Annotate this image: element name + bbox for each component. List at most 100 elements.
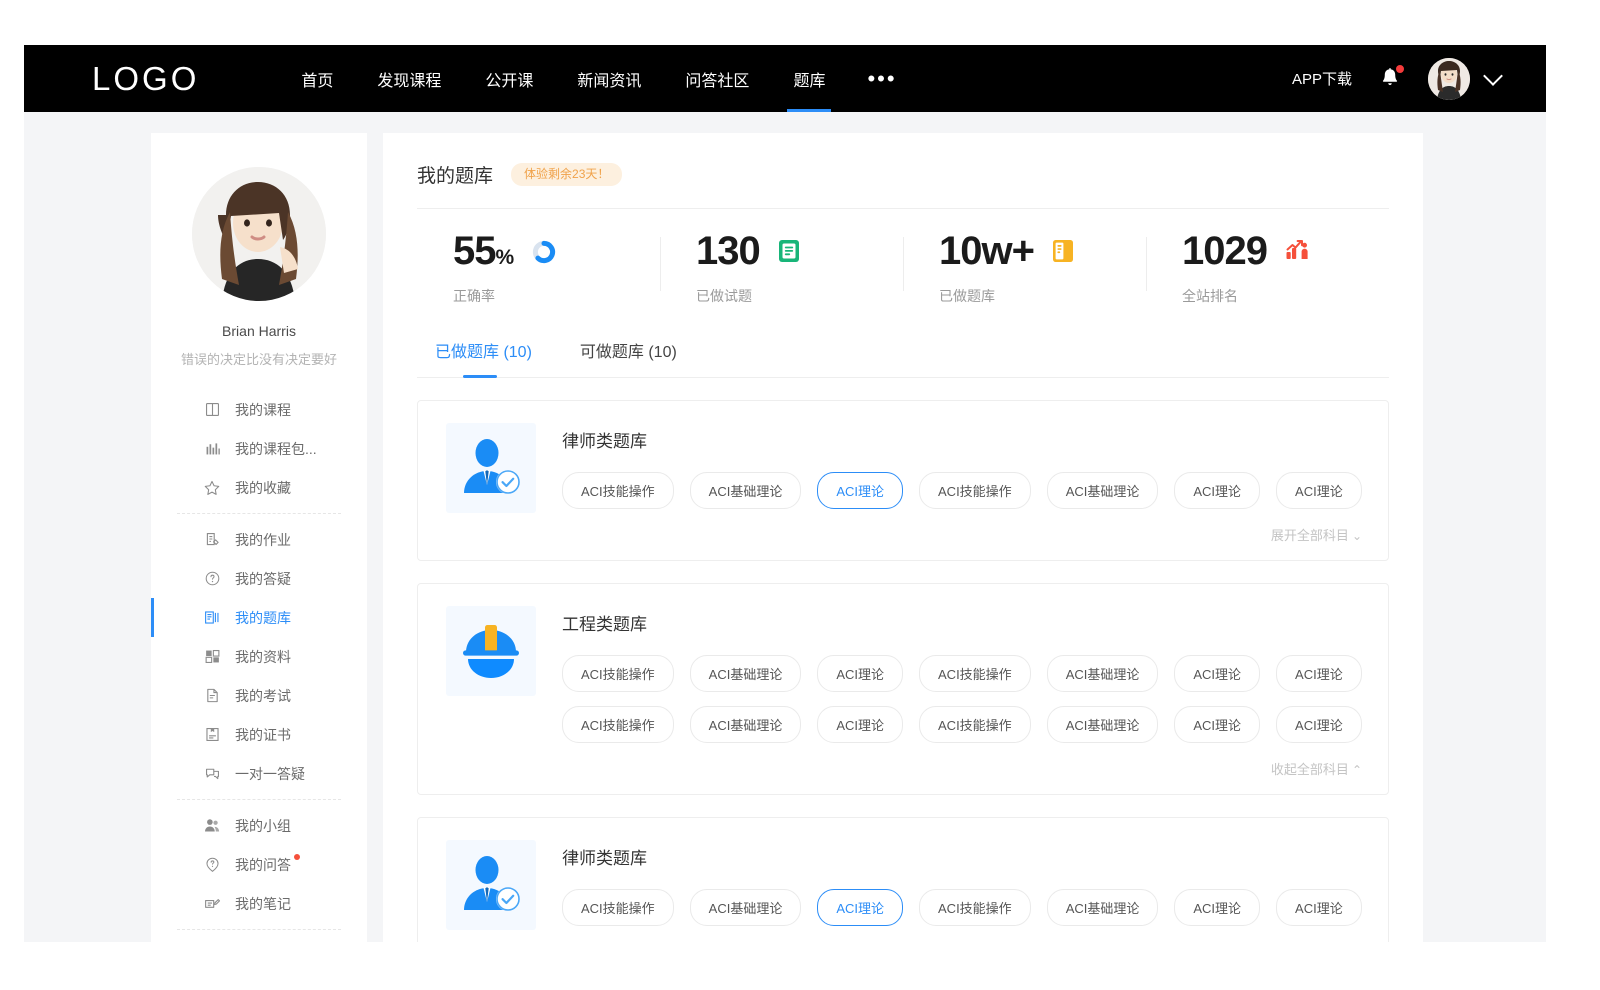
subject-tag[interactable]: ACI技能操作 bbox=[919, 706, 1031, 743]
sidebar-active-bar bbox=[151, 598, 154, 637]
card-footer: 展开全部科目⌄ bbox=[562, 523, 1362, 546]
expand-subjects-link[interactable]: 收起全部科目⌃ bbox=[1271, 762, 1362, 777]
lawyer-verified-icon bbox=[446, 423, 536, 513]
subject-tag[interactable]: ACI技能操作 bbox=[562, 655, 674, 692]
sidebar-group-1: 我的作业我的答疑我的题库我的资料我的考试我的证书一对一答疑 bbox=[151, 520, 367, 793]
subject-tag[interactable]: ACI技能操作 bbox=[919, 472, 1031, 509]
subject-tag[interactable]: ACI基础理论 bbox=[690, 889, 802, 926]
stat-0: 55% 正确率 bbox=[417, 231, 660, 306]
sidebar-item-label: 我的作业 bbox=[235, 530, 291, 550]
subject-tag[interactable]: ACI理论 bbox=[817, 472, 903, 509]
sidebar-item-label: 我的资料 bbox=[235, 647, 291, 667]
subject-tag[interactable]: ACI基础理论 bbox=[1047, 472, 1159, 509]
chevron-down-icon[interactable] bbox=[1483, 66, 1503, 86]
user-avatar-large-icon bbox=[192, 167, 326, 301]
subject-tag[interactable]: ACI基础理论 bbox=[690, 655, 802, 692]
main-nav-items: 首页发现课程公开课新闻资讯问答社区题库 bbox=[279, 45, 847, 112]
subject-tag[interactable]: ACI基础理论 bbox=[1047, 889, 1159, 926]
stat-2: 10w+ 已做题库 bbox=[903, 231, 1146, 306]
subject-tag[interactable]: ACI理论 bbox=[817, 655, 903, 692]
top-nav-right: APP下载 bbox=[1292, 58, 1500, 100]
tab-active-indicator bbox=[463, 375, 497, 378]
donut-chart-icon bbox=[531, 239, 555, 263]
nav-item-1[interactable]: 发现课程 bbox=[355, 45, 463, 112]
question-bank-card-list: 律师类题库 ACI技能操作ACI基础理论ACI理论ACI技能操作ACI基础理论A… bbox=[417, 378, 1389, 942]
sidebar-item-star[interactable]: 我的收藏 bbox=[151, 468, 367, 507]
nav-item-label: 新闻资讯 bbox=[577, 67, 641, 91]
site-logo[interactable]: LOGO bbox=[92, 62, 199, 95]
trial-badge: 体验剩余23天！ bbox=[511, 163, 622, 185]
subject-tag[interactable]: ACI理论 bbox=[817, 889, 903, 926]
subject-tag[interactable]: ACI技能操作 bbox=[562, 889, 674, 926]
stat-label: 已做试题 bbox=[696, 286, 903, 306]
nav-item-5[interactable]: 题库 bbox=[771, 45, 847, 112]
stats-row: 55% 正确率 130 已做试题 10w+ 已做题库 1029 全站排名 bbox=[417, 209, 1389, 320]
red-ranking-icon bbox=[1285, 239, 1309, 263]
sidebar-item-group[interactable]: 我的小组 bbox=[151, 806, 367, 845]
main-panel: 我的题库 体验剩余23天！ 55% 正确率 130 已做试题 10w+ 已做题库… bbox=[383, 133, 1423, 942]
subject-tag[interactable]: ACI理论 bbox=[1276, 706, 1362, 743]
book-icon bbox=[203, 401, 221, 419]
sidebar-item-qa[interactable]: 我的问答 bbox=[151, 845, 367, 884]
sidebar-item-one-on-one[interactable]: 一对一答疑 bbox=[151, 754, 367, 793]
avatar[interactable] bbox=[1428, 58, 1470, 100]
tab-1[interactable]: 可做题库 (10) bbox=[580, 338, 677, 377]
nav-item-4[interactable]: 问答社区 bbox=[663, 45, 771, 112]
page-content: Brian Harris 错误的决定比没有决定要好 我的课程我的课程包...我的… bbox=[24, 112, 1546, 942]
expand-subjects-link[interactable]: 展开全部科目⌄ bbox=[1271, 528, 1362, 543]
sidebar-item-question-circle[interactable]: 我的答疑 bbox=[151, 559, 367, 598]
subject-tag[interactable]: ACI技能操作 bbox=[919, 655, 1031, 692]
stat-value: 10w+ bbox=[939, 231, 1034, 271]
sidebar-user-motto: 错误的决定比没有决定要好 bbox=[151, 349, 367, 368]
subject-tag[interactable]: ACI理论 bbox=[1276, 472, 1362, 509]
sidebar-item-profile-card[interactable]: 我的资料 bbox=[151, 637, 367, 676]
sidebar-item-note[interactable]: 我的笔记 bbox=[151, 884, 367, 923]
sidebar-group-0: 我的课程我的课程包...我的收藏 bbox=[151, 390, 367, 507]
sidebar-item-book[interactable]: 我的课程 bbox=[151, 390, 367, 429]
tab-0[interactable]: 已做题库 (10) bbox=[435, 338, 532, 377]
sidebar-group-3: 我的积分 bbox=[151, 936, 367, 942]
subject-tag[interactable]: ACI理论 bbox=[1276, 889, 1362, 926]
sidebar-item-homework[interactable]: 我的作业 bbox=[151, 520, 367, 559]
subject-tag[interactable]: ACI理论 bbox=[817, 706, 903, 743]
sidebar-item-label: 我的答疑 bbox=[235, 569, 291, 589]
nav-item-0[interactable]: 首页 bbox=[279, 45, 355, 112]
stat-value: 130 bbox=[696, 231, 760, 271]
sidebar-item-question-bank[interactable]: 我的题库 bbox=[151, 598, 367, 637]
subject-tag[interactable]: ACI基础理论 bbox=[1047, 706, 1159, 743]
subject-tag[interactable]: ACI基础理论 bbox=[690, 706, 802, 743]
nav-item-3[interactable]: 新闻资讯 bbox=[555, 45, 663, 112]
group-icon bbox=[203, 817, 221, 835]
subject-tag[interactable]: ACI理论 bbox=[1174, 889, 1260, 926]
subject-tag[interactable]: ACI基础理论 bbox=[690, 472, 802, 509]
page-title: 我的题库 bbox=[417, 161, 493, 188]
subject-tag[interactable]: ACI理论 bbox=[1276, 655, 1362, 692]
sidebar-item-points-medal[interactable]: 我的积分 bbox=[151, 936, 367, 942]
nav-item-label: 发现课程 bbox=[377, 67, 441, 91]
stat-label: 正确率 bbox=[453, 286, 660, 306]
subject-tag[interactable]: ACI技能操作 bbox=[562, 472, 674, 509]
tab-bar: 已做题库 (10) 可做题库 (10) bbox=[417, 320, 1389, 378]
sidebar-item-bars[interactable]: 我的课程包... bbox=[151, 429, 367, 468]
sidebar: Brian Harris 错误的决定比没有决定要好 我的课程我的课程包...我的… bbox=[151, 133, 367, 942]
subject-tag[interactable]: ACI理论 bbox=[1174, 655, 1260, 692]
sidebar-divider bbox=[177, 929, 341, 930]
chevron-icon: ⌄ bbox=[1352, 529, 1362, 543]
sidebar-item-certificate[interactable]: 我的证书 bbox=[151, 715, 367, 754]
subject-tag[interactable]: ACI理论 bbox=[1174, 706, 1260, 743]
stat-value: 55% bbox=[453, 231, 513, 271]
sidebar-item-label: 我的问答 bbox=[235, 855, 291, 875]
sidebar-avatar[interactable] bbox=[192, 167, 326, 301]
subject-tag[interactable]: ACI理论 bbox=[1174, 472, 1260, 509]
nav-more-icon[interactable]: ••• bbox=[847, 68, 916, 90]
stat-label: 已做题库 bbox=[939, 286, 1146, 306]
subject-tag[interactable]: ACI技能操作 bbox=[562, 706, 674, 743]
sidebar-item-exam-paper[interactable]: 我的考试 bbox=[151, 676, 367, 715]
card-footer: 收起全部科目⌃ bbox=[562, 757, 1362, 780]
one-on-one-icon bbox=[203, 765, 221, 783]
subject-tag[interactable]: ACI基础理论 bbox=[1047, 655, 1159, 692]
nav-item-2[interactable]: 公开课 bbox=[463, 45, 555, 112]
subject-tag[interactable]: ACI技能操作 bbox=[919, 889, 1031, 926]
app-download-link[interactable]: APP下载 bbox=[1292, 68, 1352, 89]
notification-bell-button[interactable] bbox=[1378, 66, 1402, 92]
